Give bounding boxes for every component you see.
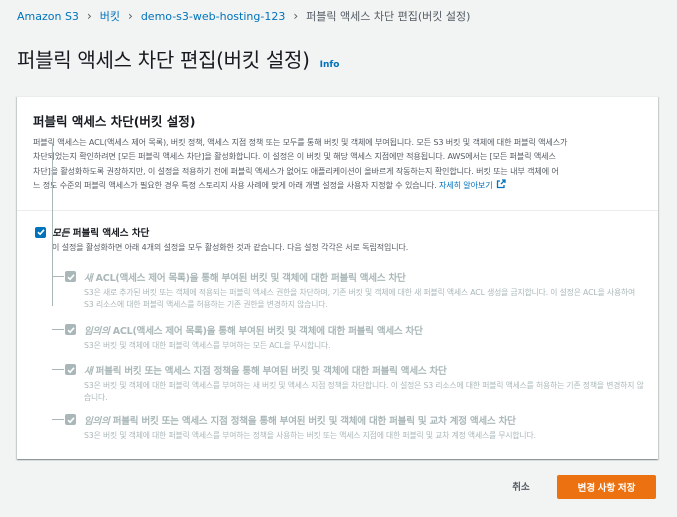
check-icon [66,273,75,280]
option-title-em: 새 [84,366,93,377]
option-title-em: 새 [84,273,93,284]
panel-header: 퍼블릭 액세스 차단(버킷 설정) 퍼블릭 액세스는 ACL(액세스 제어 목록… [17,97,658,211]
external-link-icon[interactable] [496,179,506,189]
option-title: 임의의 ACL(액세스 제어 목록)을 통해 부여된 버킷 및 객체에 대한 퍼… [84,323,644,337]
option-title-em: 임의의 [84,416,110,427]
tree-connector [52,276,64,277]
block-all-checkbox[interactable] [35,226,46,238]
check-icon [66,326,75,333]
page-header: 퍼블릭 액세스 차단 편집(버킷 설정) Info [17,44,340,73]
option-title: 새 ACL(액세스 제어 목록)을 통해 부여된 버킷 및 객체에 대한 퍼블릭… [84,270,644,284]
breadcrumb-bucket-name[interactable]: demo-s3-web-hosting-123 [141,10,286,23]
option-text: 임의의 퍼블릭 버킷 또는 액세스 지점 정책을 통해 부여된 버킷 및 객체에… [84,413,644,442]
option-description: S3은 버킷 및 객체에 대한 퍼블릭 액세스를 부여하는 정책을 사용하는 버… [84,431,536,440]
block-all-label-em: 모든 [52,228,70,239]
panel-description: 퍼블릭 액세스는 ACL(액세스 제어 목록), 버킷 정책, 액세스 지점 정… [33,135,642,193]
tree-connector [52,419,64,420]
block-all-public-access-option[interactable]: 모든 퍼블릭 액세스 차단 [35,225,642,239]
option-title-rest: ACL(액세스 제어 목록)을 통해 부여된 버킷 및 객체에 대한 퍼블릭 액… [92,273,406,284]
check-icon [66,416,75,423]
save-changes-button[interactable]: 변경 사항 저장 [557,475,656,499]
option-any-acls: 임의의 ACL(액세스 제어 목록)을 통해 부여된 버킷 및 객체에 대한 퍼… [52,323,644,352]
panel-title: 퍼블릭 액세스 차단(버킷 설정) [33,114,196,129]
panel-description-line: 차단]을 활성화하도록 권장하지만, 이 설정을 적용하기 전에 퍼블릭 액세스… [33,165,559,176]
chevron-right-icon: › [293,9,299,23]
tree-connector [52,329,64,330]
block-public-access-panel: 퍼블릭 액세스 차단(버킷 설정) 퍼블릭 액세스는 ACL(액세스 제어 목록… [17,96,658,459]
option-description: S3은 버킷 및 객체에 대한 퍼블릭 액세스를 부여하는 모든 ACL을 무시… [84,341,331,350]
page-title: 퍼블릭 액세스 차단 편집(버킷 설정) [17,48,310,72]
check-icon [66,366,75,373]
option-text: 임의의 ACL(액세스 제어 목록)을 통해 부여된 버킷 및 객체에 대한 퍼… [84,323,644,352]
check-icon [36,229,45,236]
option-new-policies: 새 퍼블릭 버킷 또는 액세스 지점 정책을 통해 부여된 버킷 및 객체에 대… [52,363,644,403]
option-title-rest: 퍼블릭 버킷 또는 액세스 지점 정책을 통해 부여된 버킷 및 객체에 대한 … [109,416,516,427]
option-any-acls-checkbox [65,324,76,335]
option-title: 새 퍼블릭 버킷 또는 액세스 지점 정책을 통해 부여된 버킷 및 객체에 대… [84,363,644,377]
option-any-policies-checkbox [65,414,76,425]
option-text: 새 ACL(액세스 제어 목록)을 통해 부여된 버킷 및 객체에 대한 퍼블릭… [84,270,644,310]
panel-body: 모든 퍼블릭 액세스 차단 이 설정을 활성화하면 아래 4개의 설정을 모두 … [17,211,658,253]
block-all-label-rest: 퍼블릭 액세스 차단 [69,228,150,239]
chevron-right-icon: › [86,9,92,23]
breadcrumb-current: 퍼블릭 액세스 차단 편집(버킷 설정) [306,10,471,23]
option-title: 임의의 퍼블릭 버킷 또는 액세스 지점 정책을 통해 부여된 버킷 및 객체에… [84,413,644,427]
option-title-em: 임의의 [84,326,110,337]
breadcrumb: Amazon S3 › 버킷 › demo-s3-web-hosting-123… [17,8,470,24]
breadcrumb-buckets[interactable]: 버킷 [100,8,120,24]
block-all-label: 모든 퍼블릭 액세스 차단 [52,225,149,239]
option-any-policies: 임의의 퍼블릭 버킷 또는 액세스 지점 정책을 통해 부여된 버킷 및 객체에… [52,413,644,442]
chevron-right-icon: › [128,9,133,23]
option-text: 새 퍼블릭 버킷 또는 액세스 지점 정책을 통해 부여된 버킷 및 객체에 대… [84,363,644,403]
breadcrumb-amazon-s3[interactable]: Amazon S3 [17,10,79,23]
panel-description-line: 퍼블릭 액세스는 ACL(액세스 제어 목록), 버킷 정책, 액세스 지점 정… [33,137,568,147]
option-description: S3은 버킷 및 객체에 대한 퍼블릭 액세스를 부여하는 새 버킷 및 액세스… [84,381,644,402]
learn-more-link[interactable]: 자세히 알아보기 [439,180,493,190]
option-title-rest: ACL(액세스 제어 목록)을 통해 부여된 버킷 및 객체에 대한 퍼블릭 액… [109,326,423,337]
block-all-description: 이 설정을 활성화하면 아래 4개의 설정을 모두 활성화한 것과 같습니다. … [52,243,409,252]
option-new-policies-checkbox [65,364,76,375]
option-new-acls: 새 ACL(액세스 제어 목록)을 통해 부여된 버킷 및 객체에 대한 퍼블릭… [52,270,644,310]
option-description: S3은 새로 추가된 버킷 또는 객체에 적용되는 퍼블릭 액세스 권한을 차단… [84,288,636,309]
tree-connector [52,369,64,370]
cancel-button[interactable]: 취소 [500,474,542,498]
panel-description-text: 느 정도 수준의 퍼블릭 액세스가 필요한 경우 특정 스토리지 사용 사례에 … [33,180,437,191]
option-title-rest: 퍼블릭 버킷 또는 액세스 지점 정책을 통해 부여된 버킷 및 객체에 대한 … [92,366,447,377]
panel-description-line: 느 정도 수준의 퍼블릭 액세스가 필요한 경우 특정 스토리지 사용 사례에 … [33,178,642,192]
info-link[interactable]: Info [320,60,340,70]
option-new-acls-checkbox [65,271,76,282]
panel-description-line: 차단되었는지 확인하려면 [모든 퍼블릭 액세스 차단]을 활성화합니다. 이 … [33,151,556,162]
